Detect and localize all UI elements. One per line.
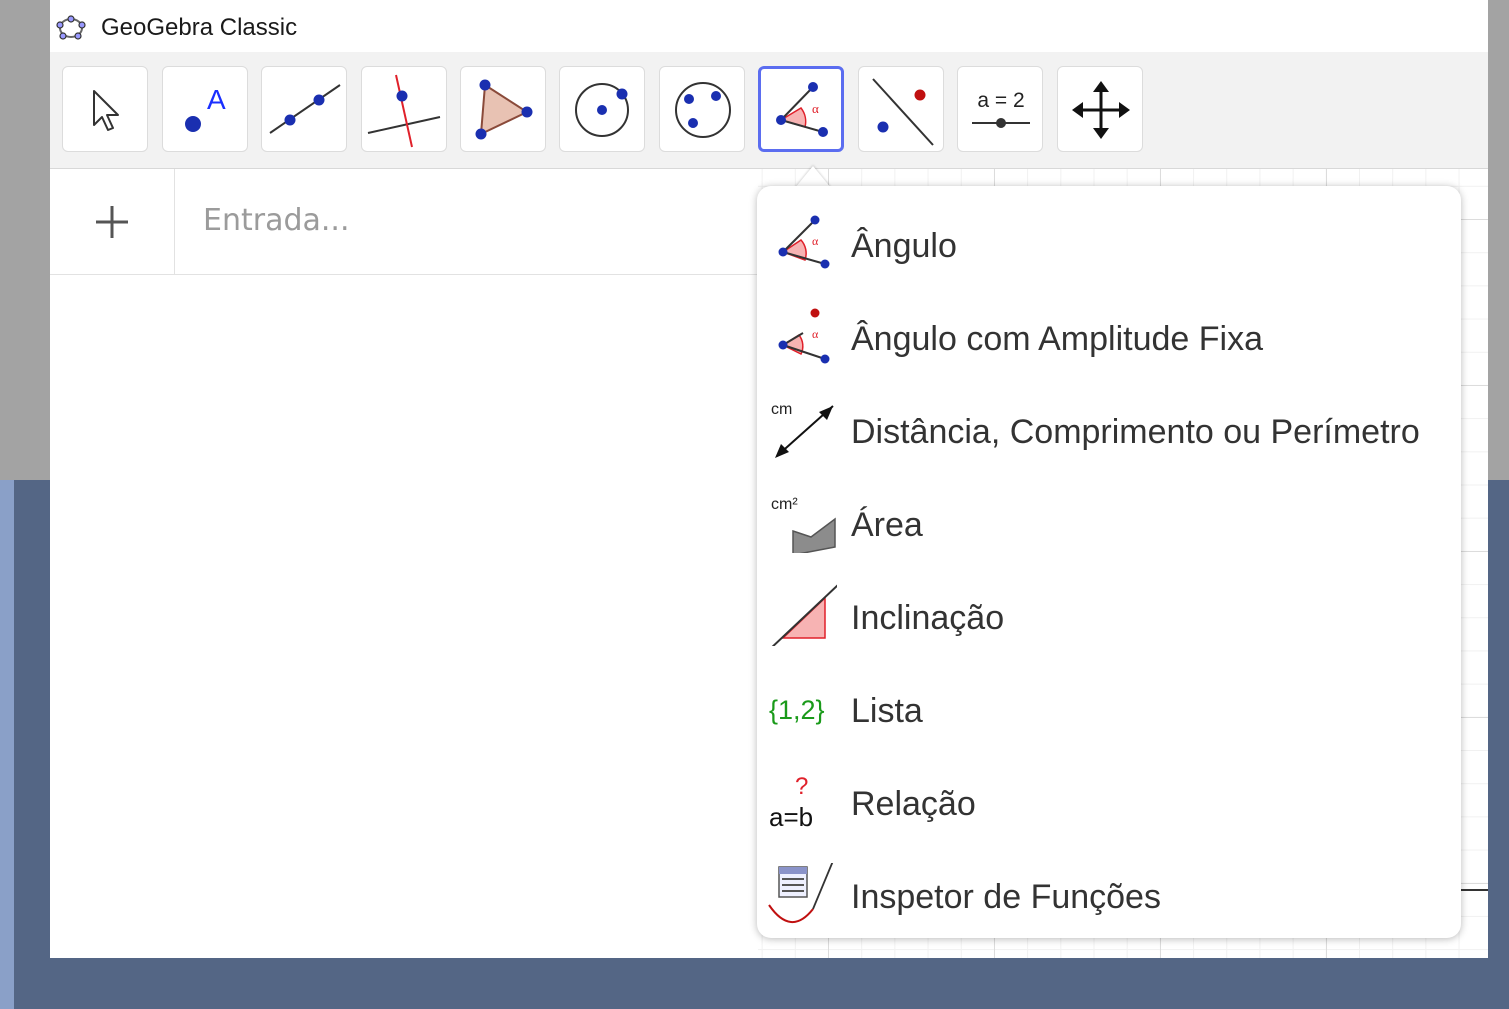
list-icon: {1,2} [769,695,825,725]
app-title: GeoGebra Classic [101,14,298,41]
menu-item-label: Área [851,506,923,544]
function-inspector-icon [768,863,834,924]
angle-tools-menu: α Ângulo α Ângulo com Amplitude Fixa cm … [757,186,1461,938]
menu-item-list[interactable]: {1,2} Lista [757,661,1461,754]
geogebra-logo-icon [56,15,86,40]
tool-reflect-button[interactable] [858,66,944,152]
svg-text:α: α [812,101,819,116]
tool-slider-button[interactable]: a = 2 [957,66,1043,152]
slope-icon [771,584,837,646]
svg-text:cm: cm [771,401,792,418]
menu-item-label: Ângulo [851,227,957,265]
circle-three-points-icon [675,82,731,138]
slider-icon: a = 2 [972,89,1030,128]
move-arrows-icon [1072,81,1130,139]
add-item-button[interactable] [50,169,175,275]
algebra-input[interactable] [201,199,705,241]
menu-item-angle-fixed[interactable]: α Ângulo com Amplitude Fixa [757,289,1461,382]
menu-item-area[interactable]: cm² Área [757,475,1461,568]
tool-move-graphics-button[interactable] [1057,66,1143,152]
menu-item-angle[interactable]: α Ângulo [757,196,1461,289]
triangle-icon [475,79,533,140]
toolbar: A α a = 2 [50,52,1488,169]
desktop-stripe [0,480,14,1009]
algebra-view [50,169,758,958]
arrow-pointer-icon [93,90,119,131]
relation-icon: ? a=b [769,773,813,832]
svg-text:A: A [207,84,226,115]
perpendicular-icon [367,74,441,148]
tool-circle-center-button[interactable] [559,66,645,152]
menu-item-relation[interactable]: ? a=b Relação [757,754,1461,847]
tool-angle-button[interactable]: α [758,66,844,152]
circle-center-icon [575,83,629,137]
slider-icon-label: a = 2 [977,89,1024,112]
point-icon: A [185,84,226,132]
svg-text:cm²: cm² [771,496,798,513]
reflect-icon [872,78,934,146]
tool-polygon-button[interactable] [460,66,546,152]
tool-perpendicular-button[interactable] [361,66,447,152]
distance-icon: cm [771,401,834,458]
tool-circle-three-points-button[interactable] [659,66,745,152]
plus-icon [96,206,128,238]
svg-text:α: α [812,234,819,248]
title-bar: GeoGebra Classic [50,0,1488,52]
area-icon: cm² [771,496,836,553]
menu-item-label: Lista [851,692,923,730]
svg-text:α: α [812,327,819,341]
svg-text:a=b: a=b [769,802,813,832]
angle-icon: α [778,215,830,269]
menu-item-function-inspector[interactable]: Inspetor de Funções [757,847,1461,940]
angle-fixed-icon: α [778,308,830,364]
menu-item-distance[interactable]: cm Distância, Comprimento ou Perímetro [757,382,1461,475]
menu-pointer [795,166,831,188]
svg-text:?: ? [795,773,808,800]
tool-line-button[interactable] [261,66,347,152]
menu-item-label: Relação [851,785,976,823]
menu-item-label: Ângulo com Amplitude Fixa [851,320,1263,358]
line-through-points-icon [269,84,341,134]
menu-item-label: Inspetor de Funções [851,878,1161,916]
angle-icon: α [776,82,828,137]
svg-text:{1,2}: {1,2} [769,695,825,725]
menu-item-label: Distância, Comprimento ou Perímetro [851,413,1420,451]
tool-move-button[interactable] [62,66,148,152]
input-bar [175,169,758,275]
tool-point-button[interactable]: A [162,66,248,152]
menu-item-label: Inclinação [851,599,1005,637]
menu-item-slope[interactable]: Inclinação [757,568,1461,661]
